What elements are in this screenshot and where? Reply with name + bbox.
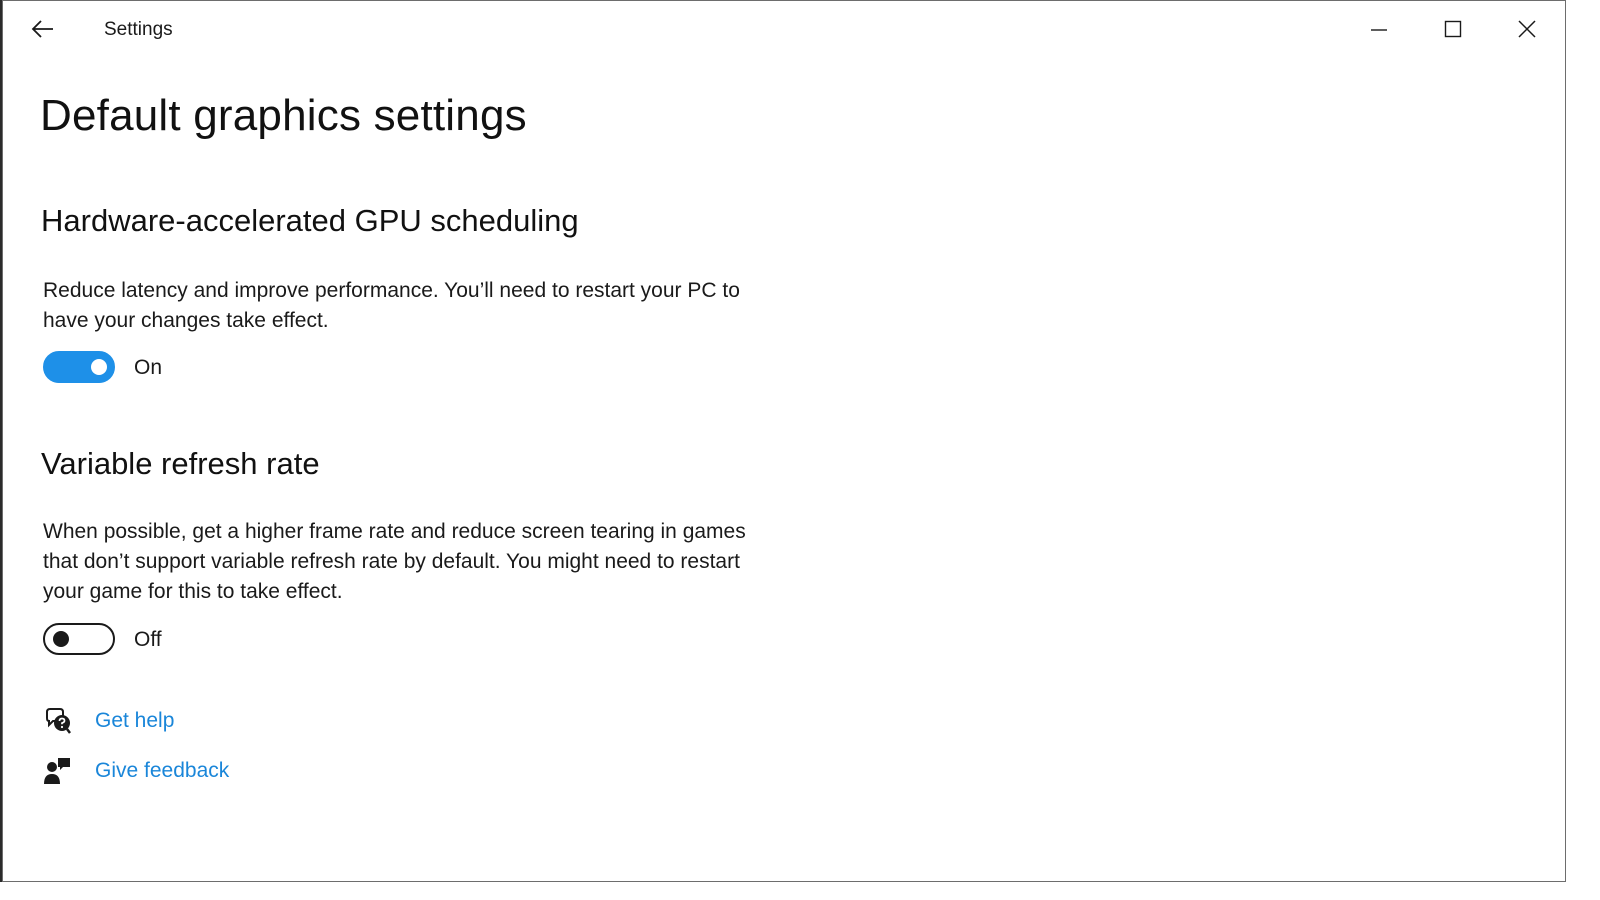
back-button[interactable] (23, 11, 63, 47)
app-title: Settings (104, 19, 173, 40)
maximize-icon (1444, 20, 1462, 38)
gpu-scheduling-toggle[interactable] (43, 351, 115, 383)
back-arrow-icon (31, 20, 53, 38)
gpu-scheduling-heading: Hardware-accelerated GPU scheduling (41, 203, 579, 238)
gpu-scheduling-toggle-state: On (134, 356, 163, 379)
variable-refresh-toggle[interactable] (43, 623, 115, 655)
page-title: Default graphics settings (40, 91, 527, 140)
toggle-knob (53, 631, 69, 647)
minimize-icon (1371, 29, 1387, 31)
settings-window: Settings Default graphics settings Hardw… (2, 0, 1566, 882)
toggle-knob (91, 359, 107, 375)
title-bar: Settings (3, 1, 1565, 57)
maximize-button[interactable] (1417, 1, 1489, 57)
variable-refresh-description: When possible, get a higher frame rate a… (43, 520, 746, 603)
variable-refresh-toggle-state: Off (134, 628, 162, 651)
get-help-link[interactable]: Get help (95, 709, 174, 733)
desktop-background-bottom (0, 882, 1600, 900)
gpu-scheduling-description: Reduce latency and improve performance. … (43, 279, 740, 332)
give-feedback-link[interactable]: Give feedback (95, 759, 229, 783)
help-chat-icon (43, 706, 73, 736)
desktop-background (1566, 0, 1600, 900)
close-button[interactable] (1491, 1, 1563, 57)
close-icon (1518, 20, 1536, 38)
feedback-person-icon (43, 756, 73, 786)
variable-refresh-heading: Variable refresh rate (41, 446, 320, 481)
give-feedback-row: Give feedback (43, 755, 229, 787)
minimize-button[interactable] (1343, 1, 1415, 57)
get-help-row: Get help (43, 705, 174, 737)
